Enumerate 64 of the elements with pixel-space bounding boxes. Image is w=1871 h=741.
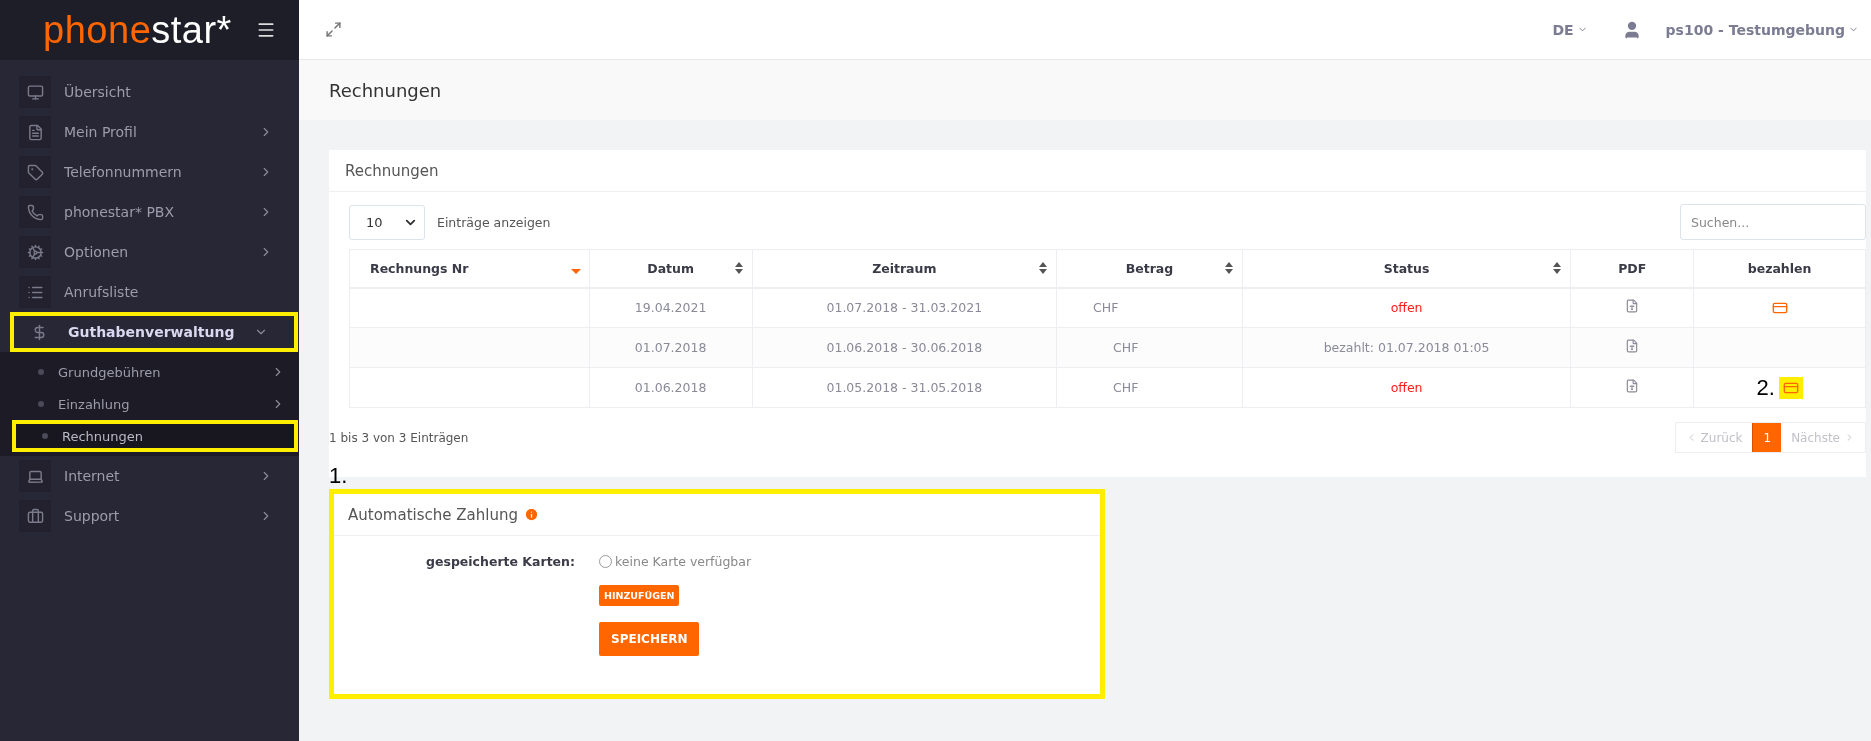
sort-icon[interactable]: [1223, 262, 1234, 275]
column-header[interactable]: Betrag: [1056, 249, 1243, 288]
sort-icon[interactable]: [733, 262, 744, 275]
document-icon: [26, 123, 44, 141]
table-cell: 01.06.2018: [589, 367, 753, 408]
sort-icon[interactable]: [1552, 262, 1563, 275]
sidebar-item[interactable]: phonestar* PBX: [0, 192, 299, 232]
column-header[interactable]: Zeitraum: [752, 249, 1057, 288]
column-header[interactable]: Datum: [589, 249, 753, 288]
column-header[interactable]: PDF: [1570, 249, 1694, 288]
sidebar-item[interactable]: Optionen: [0, 232, 299, 272]
submenu-item[interactable]: Grundgebühren: [0, 356, 299, 388]
column-header[interactable]: bezahlen: [1693, 249, 1866, 288]
page-title: Rechnungen: [329, 79, 442, 101]
monitor-icon: [26, 83, 44, 101]
sort-icon[interactable]: [1038, 262, 1049, 275]
briefcase-icon: [26, 507, 44, 525]
radio-button[interactable]: [599, 555, 612, 568]
table-cell: 01.05.2018 - 31.05.2018: [752, 367, 1057, 408]
card-title: Automatische Zahlung: [348, 505, 518, 524]
pdf-icon[interactable]: [1625, 379, 1640, 393]
info-icon[interactable]: [523, 507, 539, 522]
table-cell: 19.04.2021: [589, 287, 753, 328]
table-cell: CHF: [1056, 287, 1243, 328]
add-button[interactable]: HINZUFÜGEN: [599, 585, 680, 606]
credit-card-icon[interactable]: [1778, 376, 1803, 399]
field-label: gespeicherte Karten:: [425, 554, 576, 569]
entries-info: 1 bis 3 von 3 Einträgen: [329, 430, 469, 445]
page-size-select[interactable]: 10: [349, 204, 425, 240]
submenu-item[interactable]: Einzahlung: [0, 388, 299, 420]
column-header[interactable]: Rechnungs Nr: [349, 249, 590, 288]
tag-icon: [26, 163, 44, 181]
column-header[interactable]: Status: [1242, 249, 1571, 288]
status-text: offen: [1390, 380, 1423, 395]
status-text: bezahlt: 01.07.2018 01:05: [1323, 340, 1490, 355]
table-cell: CHF: [1056, 367, 1243, 408]
page-size-label: Einträge anzeigen: [437, 214, 551, 230]
table-cell: CHF: [1056, 327, 1243, 368]
search-field[interactable]: Suchen...: [1680, 204, 1866, 240]
fullscreen-icon[interactable]: [325, 21, 342, 38]
status-text: offen: [1390, 300, 1423, 316]
phonestar-logo: phonestar*: [43, 11, 232, 49]
sidebar-item[interactable]: Übersicht: [0, 72, 299, 112]
save-button[interactable]: SPEICHERN: [599, 622, 700, 656]
pdf-icon[interactable]: [1625, 339, 1640, 353]
sidebar-item[interactable]: Internet: [0, 456, 299, 496]
sidebar-item[interactable]: Anrufsliste: [0, 272, 299, 312]
submenu-item[interactable]: Rechnungen: [12, 420, 298, 452]
table-cell: 01.07.2018: [589, 327, 753, 368]
annotation-number: 1.: [329, 465, 349, 487]
card-title: Rechnungen: [345, 161, 439, 180]
language-dropdown[interactable]: DE: [1552, 21, 1588, 38]
table-cell: 01.06.2018 - 30.06.2018: [752, 327, 1057, 368]
sidebar-item[interactable]: Guthabenverwaltung: [10, 312, 298, 352]
sidebar-item[interactable]: Mein Profil: [0, 112, 299, 152]
sidebar-item[interactable]: Support: [0, 496, 299, 536]
sidebar-item[interactable]: Telefonnummern: [0, 152, 299, 192]
radio-label: keine Karte verfügbar: [615, 554, 752, 569]
phone-icon: [26, 203, 44, 221]
pdf-icon[interactable]: [1625, 299, 1640, 314]
table-cell: 01.07.2018 - 31.03.2021: [752, 287, 1057, 328]
user-dropdown[interactable]: ps100 - Testumgebung: [1665, 21, 1859, 38]
pagination-button[interactable]: 1: [1752, 423, 1782, 452]
annotation-number: 2.: [1756, 374, 1775, 400]
